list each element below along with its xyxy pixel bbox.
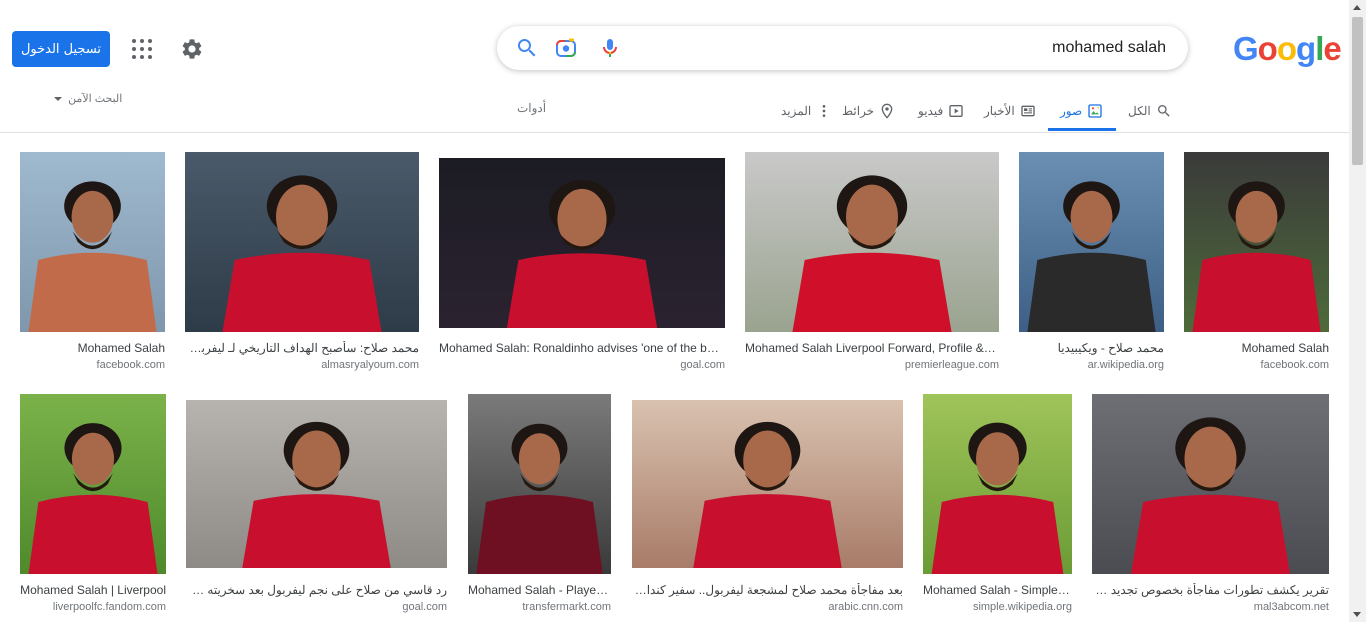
- result-source[interactable]: arabic.cnn.com: [632, 601, 903, 613]
- result-title[interactable]: Mohamed Salah - Player profile: [468, 583, 611, 597]
- result-source[interactable]: liverpoolfc.fandom.com: [20, 601, 166, 613]
- result-title[interactable]: Mohamed Salah: [20, 341, 165, 355]
- result-title[interactable]: Mohamed Salah | Liverpool: [20, 583, 166, 597]
- logo-letter: G: [1233, 30, 1259, 67]
- result-source[interactable]: facebook.com: [1184, 359, 1329, 371]
- image-icon: [1088, 104, 1102, 118]
- tab-more[interactable]: المزيد: [781, 92, 832, 130]
- google-logo[interactable]: Google: [1233, 30, 1342, 68]
- search-box[interactable]: mohamed salah: [497, 26, 1188, 70]
- person-photo: [1130, 417, 1291, 574]
- tab-more-label: المزيد: [781, 104, 812, 118]
- tab-images-label: صور: [1060, 104, 1083, 118]
- result-thumbnail[interactable]: [1184, 152, 1329, 332]
- logo-letter: g: [1296, 30, 1316, 67]
- result-source[interactable]: ar.wikipedia.org: [1019, 359, 1164, 371]
- result-source[interactable]: almasryalyoum.com: [185, 359, 419, 371]
- result-source[interactable]: mal3abcom.net: [1092, 601, 1329, 613]
- person-photo: [792, 175, 952, 332]
- result-thumbnail[interactable]: [1092, 394, 1329, 574]
- microphone-icon[interactable]: [598, 36, 622, 60]
- tab-maps[interactable]: خرائط: [842, 92, 895, 130]
- tab-all[interactable]: الكل: [1128, 92, 1172, 130]
- result-thumbnail[interactable]: [20, 394, 166, 574]
- person-photo: [222, 175, 382, 332]
- logo-letter: o: [1257, 30, 1278, 67]
- search-icon[interactable]: [515, 36, 539, 60]
- result-thumbnail[interactable]: [439, 158, 725, 328]
- person-photo: [506, 180, 658, 328]
- result-title[interactable]: Mohamed Salah Liverpool Forward, Profile…: [745, 341, 999, 355]
- result-source[interactable]: transfermarkt.com: [468, 601, 611, 613]
- result-source[interactable]: simple.wikipedia.org: [923, 601, 1072, 613]
- scrollbar-thumb[interactable]: [1352, 17, 1363, 165]
- person-photo: [476, 423, 603, 574]
- result-thumbnail[interactable]: [1019, 152, 1164, 332]
- tab-images[interactable]: صور: [1060, 92, 1103, 130]
- result-title[interactable]: رد قاسي من صلاح على نجم ليفربول بعد سخري…: [186, 583, 447, 597]
- result-thumbnail[interactable]: [468, 394, 611, 574]
- logo-letter: o: [1276, 30, 1297, 67]
- scroll-up-arrow-icon[interactable]: [1353, 5, 1361, 10]
- active-tab-indicator: [1048, 128, 1116, 131]
- search-icon: [1157, 105, 1170, 117]
- apps-grid-icon[interactable]: [132, 39, 152, 59]
- result-title[interactable]: محمد صلاح: سأصبح الهداف التاريخي لـ ليفر…: [185, 341, 419, 355]
- person-photo: [931, 422, 1064, 574]
- tab-all-label: الكل: [1128, 104, 1151, 118]
- camera-lens-icon[interactable]: [554, 36, 578, 60]
- search-query-text[interactable]: mohamed salah: [1052, 26, 1166, 70]
- safesearch-toggle[interactable]: البحث الآمن: [54, 92, 122, 105]
- more-vert-icon: [822, 105, 826, 117]
- result-title[interactable]: Mohamed Salah - Simple English Wikipedia: [923, 583, 1072, 597]
- result-thumbnail[interactable]: [185, 152, 419, 332]
- tab-videos[interactable]: فيديو: [918, 92, 964, 130]
- result-title[interactable]: محمد صلاح - ويكيبيديا: [1019, 341, 1164, 355]
- tools-button[interactable]: أدوات: [517, 101, 546, 115]
- result-title[interactable]: تقرير يكشف تطورات مفاجأة بخصوص تجديد عقد…: [1092, 583, 1329, 597]
- person-photo: [1027, 181, 1156, 332]
- result-thumbnail[interactable]: [20, 152, 165, 332]
- result-title[interactable]: بعد مفاجأة محمد صلاح لمشجعة ليفربول.. سف…: [632, 583, 903, 597]
- result-title[interactable]: Mohamed Salah: Ronaldinho advises 'one o…: [439, 341, 725, 355]
- result-thumbnail[interactable]: [923, 394, 1072, 574]
- result-title[interactable]: Mohamed Salah: [1184, 341, 1329, 355]
- person-photo: [28, 423, 158, 574]
- tab-maps-label: خرائط: [842, 104, 875, 118]
- play-icon: [949, 105, 963, 117]
- newspaper-icon: [1021, 105, 1035, 117]
- tab-news-label: الأخبار: [984, 104, 1015, 118]
- tab-news[interactable]: الأخبار: [984, 92, 1036, 130]
- result-source[interactable]: goal.com: [186, 601, 447, 613]
- result-thumbnail[interactable]: [632, 400, 903, 568]
- vertical-scrollbar[interactable]: [1349, 0, 1366, 622]
- tab-videos-label: فيديو: [918, 104, 944, 118]
- result-source[interactable]: facebook.com: [20, 359, 165, 371]
- person-photo: [28, 181, 157, 332]
- result-thumbnail[interactable]: [745, 152, 999, 332]
- header-divider: [0, 132, 1349, 133]
- result-thumbnail[interactable]: [186, 400, 447, 568]
- result-source[interactable]: premierleague.com: [745, 359, 999, 371]
- sign-in-button[interactable]: تسجيل الدخول: [12, 31, 110, 67]
- scroll-down-arrow-icon[interactable]: [1353, 612, 1361, 617]
- person-photo: [693, 421, 842, 568]
- caret-down-icon: [54, 97, 62, 102]
- person-photo: [1192, 181, 1321, 332]
- map-pin-icon: [881, 103, 893, 119]
- person-photo: [242, 421, 391, 568]
- logo-letter: e: [1323, 30, 1341, 67]
- settings-gear-icon[interactable]: [180, 37, 204, 61]
- safesearch-label: البحث الآمن: [68, 93, 123, 105]
- result-source[interactable]: goal.com: [439, 359, 725, 371]
